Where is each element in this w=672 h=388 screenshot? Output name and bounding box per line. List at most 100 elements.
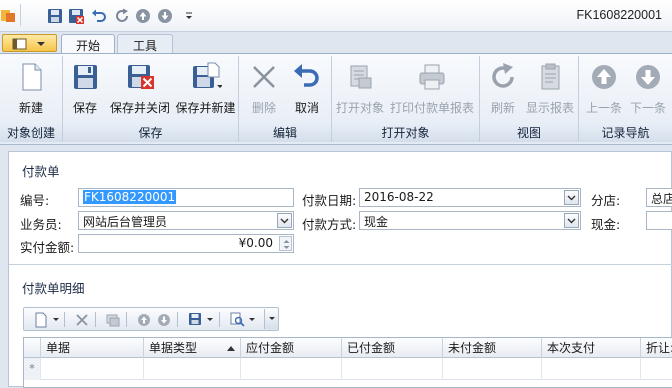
previous-record-button[interactable]: 上一条 [582,59,626,121]
refresh-button[interactable]: 刷新 [484,59,522,121]
cash-label: 现金: [591,217,621,232]
quick-save-icon[interactable] [46,7,63,24]
save-icon [69,61,101,93]
delete-icon [248,61,280,93]
chevron-down-icon[interactable] [564,190,579,205]
new-row-icon[interactable] [32,311,50,328]
cancel-label: 取消 [294,101,319,115]
application-menu-button[interactable] [2,34,57,52]
tab-home[interactable]: 开始 [61,34,115,54]
open-object-label: 打开对象 [335,101,384,115]
ribbon: 新建 对象创建 保存 保存并关闭 保存并新建 保存 删除 取消 编辑 打开对象 … [0,53,672,145]
group-save: 保存 保存并关闭 保存并新建 保存 [63,56,239,142]
group-label-object-create: 对象创建 [0,125,62,142]
delete-label: 删除 [251,101,276,115]
actual-amount-field[interactable]: ¥0.00 [78,234,294,253]
save-layout-icon[interactable] [186,311,204,328]
column-header-unpaid[interactable]: 未付金额 [443,338,542,358]
print-payment-report-button[interactable]: 打印付款单报表 [389,59,475,121]
save-layout-dropdown-icon[interactable] [205,311,215,328]
move-up-icon[interactable] [135,311,153,328]
undo-icon [291,61,323,93]
cell-discount[interactable] [641,358,672,380]
new-button[interactable]: 新建 [4,59,58,121]
ribbon-tab-row: 开始 工具 [0,32,672,54]
number-label: 编号: [20,193,50,208]
show-report-button[interactable]: 显示报表 [524,59,576,121]
cell-current-payment[interactable] [542,358,641,380]
pay-date-value: 2016-08-22 [364,190,434,204]
find-dropdown-icon[interactable] [247,311,257,328]
group-view: 刷新 显示报表 视图 [480,56,579,142]
cell-payable[interactable] [241,358,342,380]
toolbar-separator [64,312,65,327]
cancel-button[interactable]: 取消 [287,59,327,121]
pay-date-label: 付款日期: [302,193,357,208]
quick-next-icon[interactable] [156,7,173,24]
column-header-discount[interactable]: 折让: [641,338,672,358]
chevron-down-icon[interactable] [564,213,579,228]
delete-button[interactable]: 删除 [245,59,283,121]
save-and-close-button[interactable]: 保存并关闭 [107,59,173,121]
group-open-object: 打开对象 打印付款单报表 打开对象 [332,56,480,142]
open-object-button[interactable]: 打开对象 [335,59,385,121]
column-header-current-payment[interactable]: 本次支付 [542,338,641,358]
link-records-icon[interactable] [104,311,122,328]
customize-quick-access-icon[interactable] [180,7,197,24]
salesman-value: 网站后台管理员 [83,215,168,229]
refresh-label: 刷新 [490,101,515,115]
cell-paid[interactable] [342,358,443,380]
toolbar-separator [177,312,178,327]
actual-amount-value: ¥0.00 [238,236,273,250]
cell-document[interactable] [41,358,144,380]
quick-previous-icon[interactable] [134,7,151,24]
save-and-new-button[interactable]: 保存并新建 [174,59,237,121]
quick-refresh-icon[interactable] [113,7,130,24]
refresh-icon [487,61,519,93]
move-down-icon[interactable] [155,311,173,328]
delete-row-icon[interactable] [73,311,91,328]
branch-label: 分店: [591,193,621,208]
number-field[interactable]: FK1608220001 [78,188,294,207]
group-edit: 删除 取消 编辑 [239,56,332,142]
detail-toolbar [23,307,279,331]
save-and-close-label: 保存并关闭 [109,101,170,115]
quick-undo-icon[interactable] [90,7,107,24]
quick-save-close-icon[interactable] [67,7,84,24]
cell-unpaid[interactable] [443,358,542,380]
amount-spinner[interactable] [279,236,292,251]
next-record-button[interactable]: 下一条 [626,59,670,121]
new-row-dropdown-icon[interactable] [51,311,61,328]
new-item-row[interactable]: * [24,358,672,380]
group-label-record-navigation: 记录导航 [579,125,672,142]
pay-method-field[interactable]: 现金 [359,211,581,230]
column-header-document-type[interactable]: 单据类型 [144,338,241,358]
report-icon [534,61,566,93]
save-button[interactable]: 保存 [67,59,103,121]
group-label-save: 保存 [63,125,238,142]
column-header-paid[interactable]: 已付金额 [342,338,443,358]
column-header-document[interactable]: 单据 [41,338,144,358]
number-value: FK1608220001 [83,190,177,204]
group-label-open-object: 打开对象 [332,125,479,142]
new-document-icon [15,61,47,93]
find-icon[interactable] [228,311,246,328]
group-object-create: 新建 对象创建 [0,56,63,142]
toolbar-overflow-button[interactable] [264,309,278,329]
salesman-field[interactable]: 网站后台管理员 [78,211,294,230]
tab-tools[interactable]: 工具 [117,34,173,54]
section-title-detail: 付款单明细 [22,281,85,296]
section-divider [9,264,672,265]
print-payment-report-label: 打印付款单报表 [389,101,474,115]
cash-field[interactable] [646,211,672,230]
title-bar: FK1608220001 [0,0,672,32]
column-header-payable[interactable]: 应付金额 [241,338,342,358]
chevron-down-icon[interactable] [277,213,292,228]
column-header-document-type-label: 单据类型 [149,341,198,355]
toolbar-separator [95,312,96,327]
window-title: FK1608220001 [576,8,663,22]
branch-field[interactable]: 总店 [646,188,672,207]
pay-date-field[interactable]: 2016-08-22 [359,188,581,207]
cell-document-type[interactable] [144,358,241,380]
detail-grid: 单据 单据类型 应付金额 已付金额 未付金额 本次支付 折让: * [23,337,672,388]
